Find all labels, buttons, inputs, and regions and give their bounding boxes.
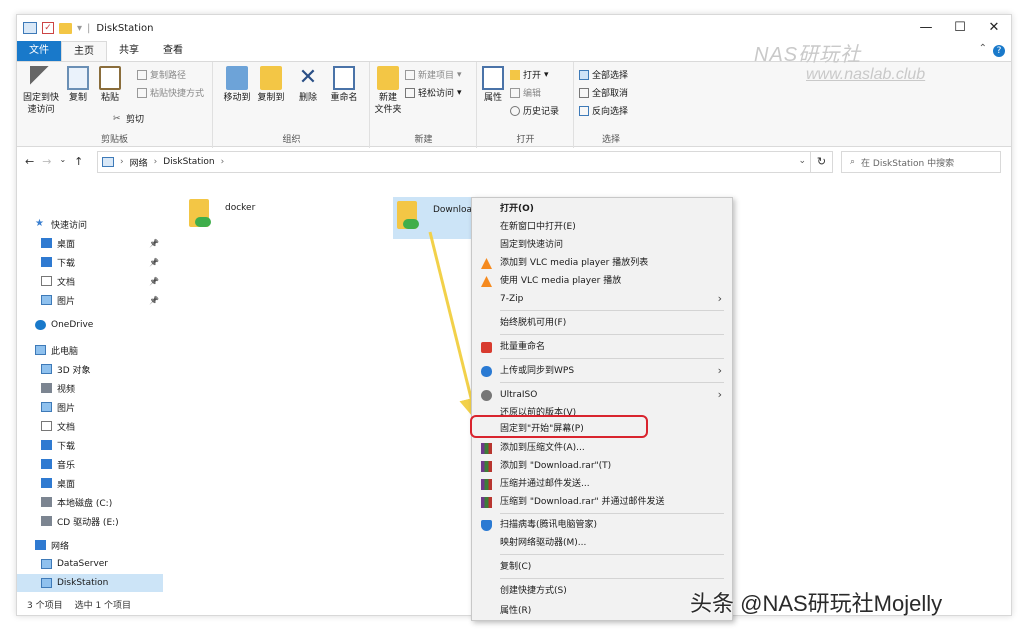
menu-item-label: 始终脱机可用(F) [500,318,567,328]
menu-separator [500,382,724,383]
menu-item-label: 批量重命名 [500,342,546,352]
menu-item-label: 添加到压缩文件(A)... [500,443,585,453]
menu-item[interactable]: 固定到快速访问 [472,236,732,254]
menu-item[interactable]: 添加到压缩文件(A)... [472,439,732,457]
menu-item-label: 映射网络驱动器(M)... [500,538,587,548]
menu-item[interactable]: 扫描病毒(腾讯电脑管家) [472,516,732,534]
submenu-chevron-icon: › [717,364,722,377]
menu-item-label: 打开(O) [500,204,534,214]
menu-item[interactable]: 打开(O) [472,200,732,218]
watermark-logo-text: NAS研玩社 [754,44,862,66]
menu-item[interactable]: 始终脱机可用(F) [472,314,732,332]
wps-cloud-icon [481,366,492,377]
winrar-icon [481,461,492,472]
menu-item-label: 属性(R) [500,606,532,616]
vlc-icon [481,258,492,269]
menu-separator [500,310,724,311]
submenu-chevron-icon: › [717,292,722,305]
menu-separator [500,513,724,514]
menu-item[interactable]: 上传或同步到WPS › [472,362,732,380]
menu-separator [500,554,724,555]
menu-item[interactable]: 复制(C) [472,558,732,576]
menu-item-label: 创建快捷方式(S) [500,586,567,596]
menu-item[interactable]: 压缩到 "Download.rar" 并通过邮件发送 [472,493,732,511]
menu-item-label: 添加到 "Download.rar"(T) [500,461,612,471]
menu-item-label: 添加到 VLC media player 播放列表 [500,258,649,268]
menu-item[interactable]: 添加到 "Download.rar"(T) [472,457,732,475]
menu-item[interactable]: 添加到 VLC media player 播放列表 [472,254,732,272]
menu-item[interactable]: 批量重命名 [472,338,732,356]
menu-item-label: 固定到快速访问 [500,240,564,250]
menu-item[interactable]: 使用 VLC media player 播放 [472,272,732,290]
ultraiso-icon [481,390,492,401]
menu-item-label: 扫描病毒(腾讯电脑管家) [500,520,598,530]
menu-item[interactable]: 在新窗口中打开(E) [472,218,732,236]
menu-item-label: 复制(C) [500,562,532,572]
menu-item-label: 上传或同步到WPS [500,366,575,376]
wps-icon [481,342,492,353]
menu-item[interactable]: 压缩并通过邮件发送... [472,475,732,493]
winrar-icon [481,497,492,508]
menu-item-label: 压缩并通过邮件发送... [500,479,590,489]
winrar-icon [481,443,492,454]
menu-item-label: 使用 VLC media player 播放 [500,276,622,286]
menu-item-label: 压缩到 "Download.rar" 并通过邮件发送 [500,497,665,507]
menu-separator [500,578,724,579]
vlc-icon [481,276,492,287]
menu-item[interactable]: 映射网络驱动器(M)... [472,534,732,552]
menu-item-label: UltraISO [500,390,538,400]
menu-item[interactable]: UltraISO › [472,386,732,404]
annotation-highlight-box [470,415,648,438]
shield-icon [481,520,492,531]
menu-separator [500,334,724,335]
winrar-icon [481,479,492,490]
submenu-chevron-icon: › [717,388,722,401]
menu-item-label: 在新窗口中打开(E) [500,222,576,232]
menu-item[interactable]: 7-Zip › [472,290,732,308]
menu-separator [500,358,724,359]
watermark-caption: 头条 @NAS研玩社Mojelly [690,591,943,616]
watermark-url: www.naslab.club [806,66,926,83]
menu-item-label: 7-Zip [500,294,524,304]
context-menu: 打开(O) 在新窗口中打开(E) 固定到快速访问添加到 VLC media play… [471,197,733,621]
